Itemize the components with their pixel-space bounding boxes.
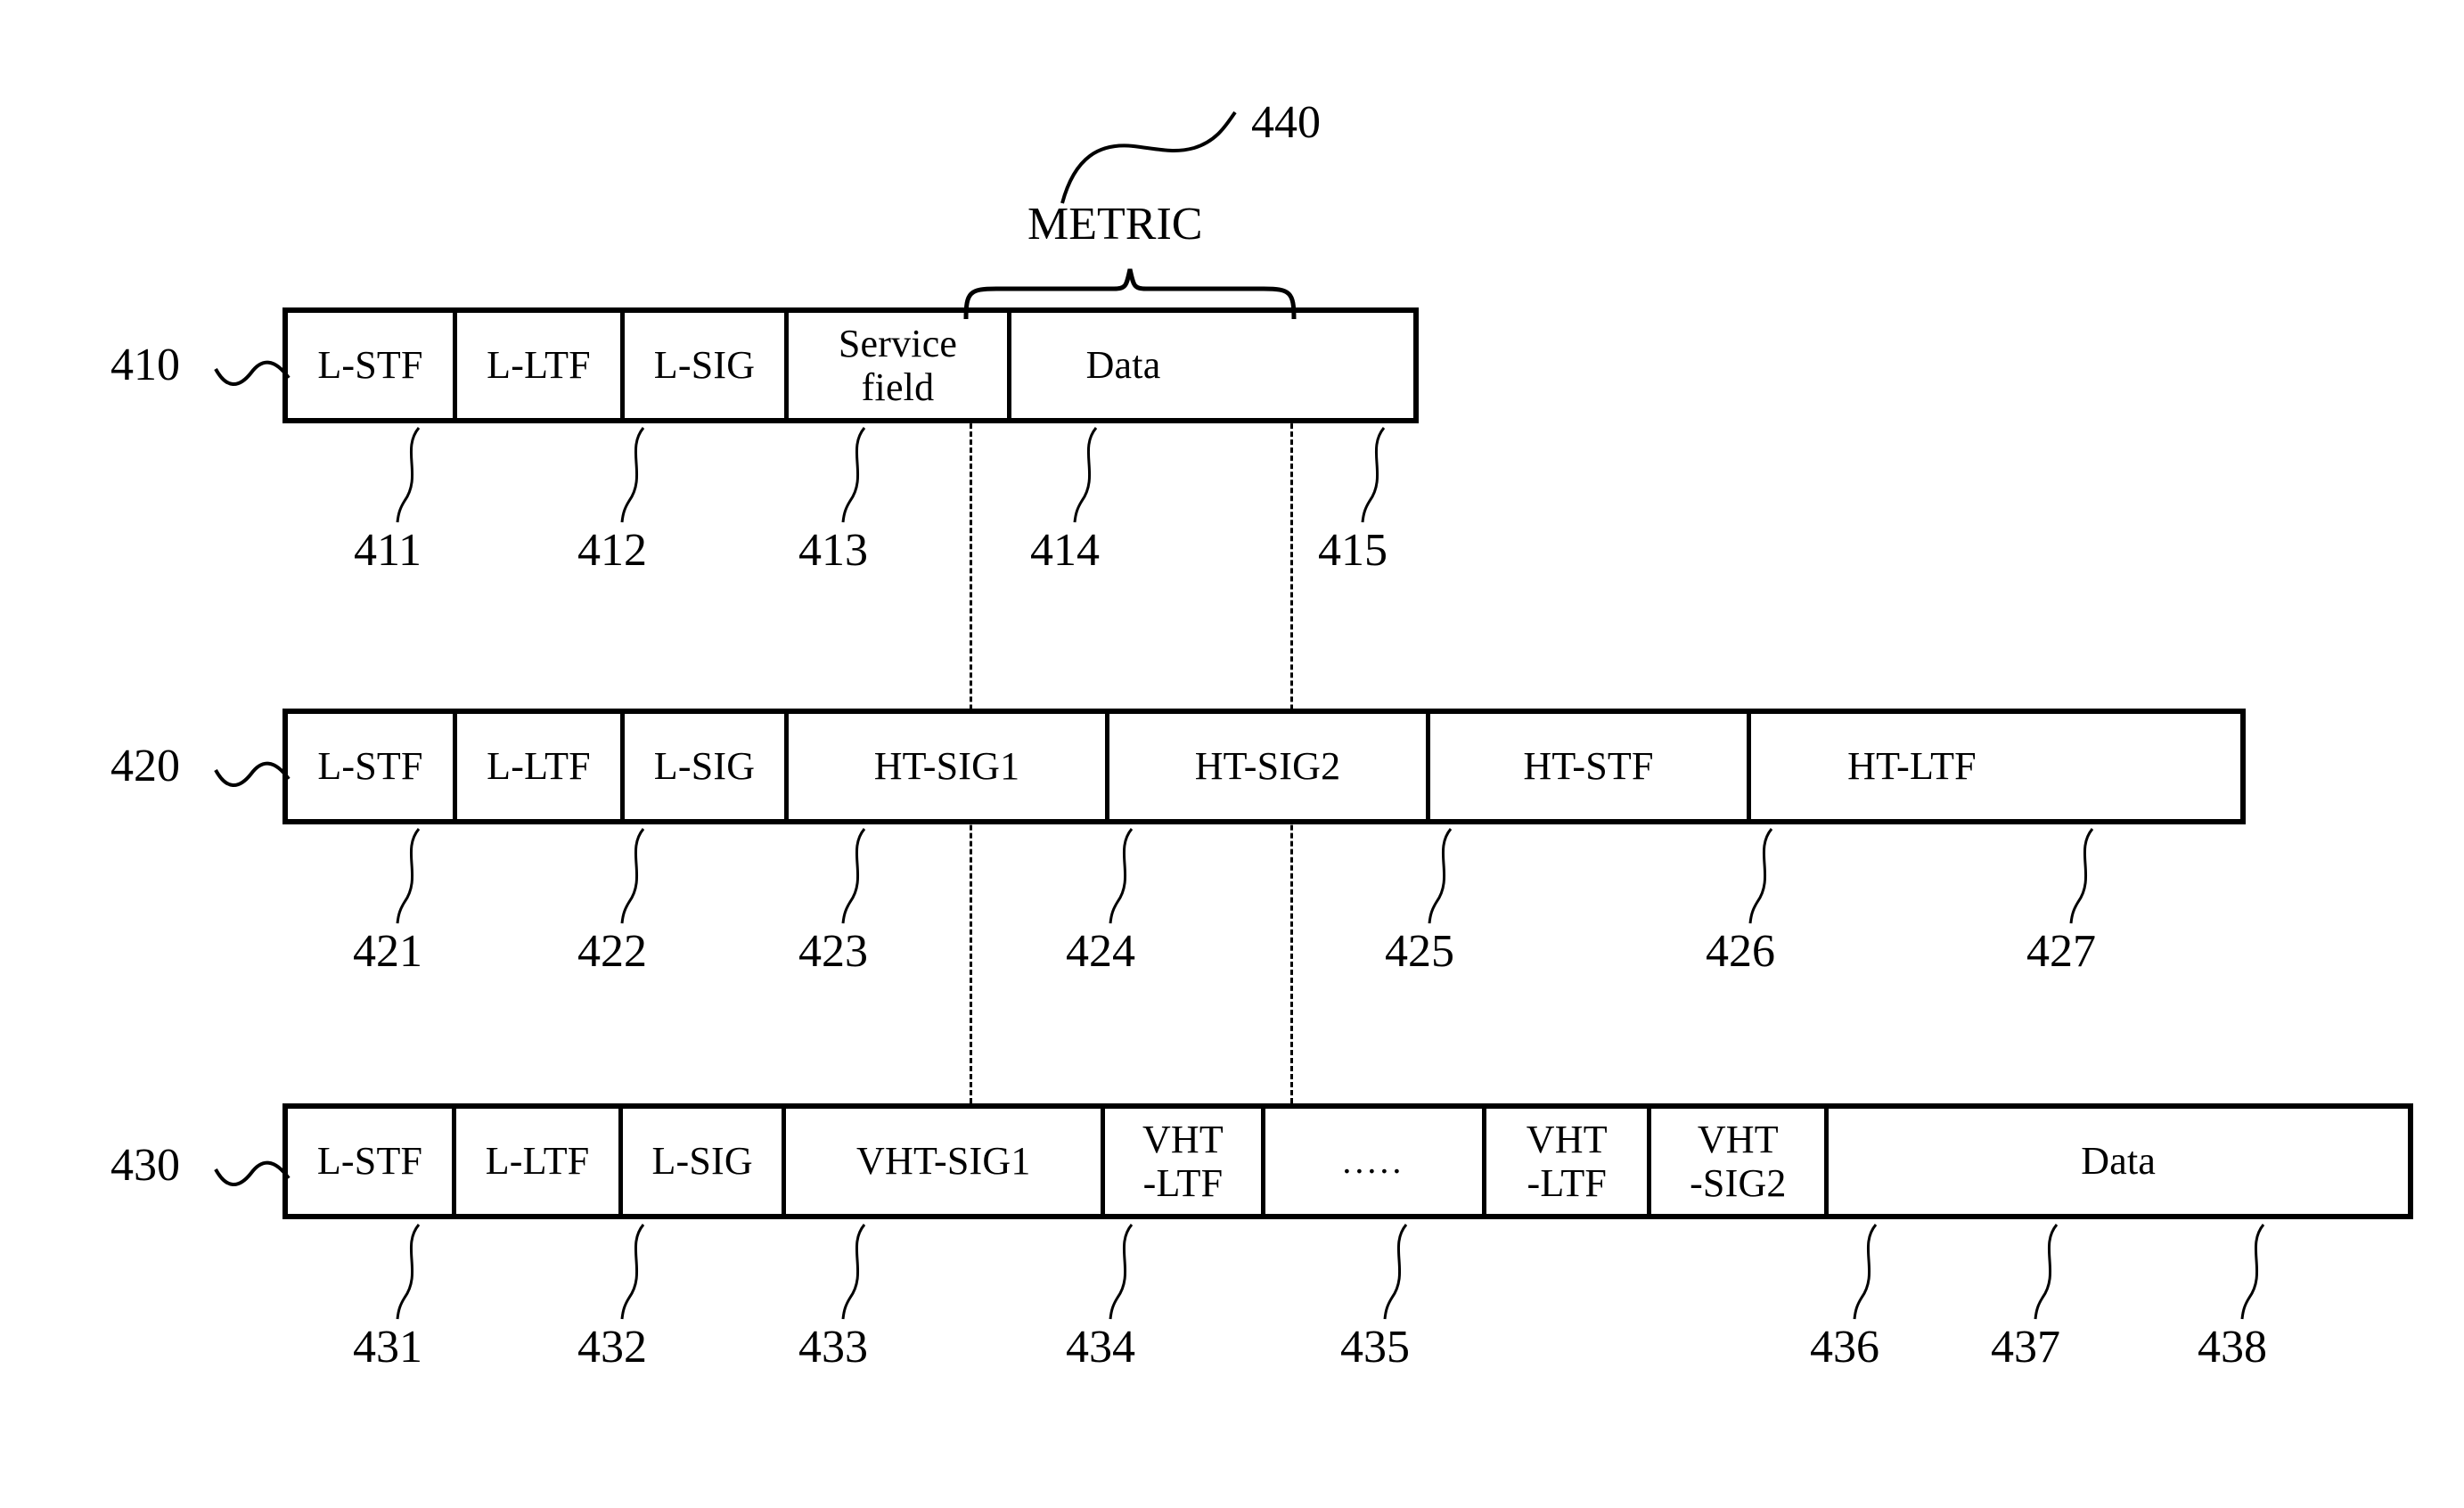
- leader-number-436: 436: [1810, 1322, 1879, 1373]
- frame-cell-l-stf[interactable]: L-STF: [288, 1109, 457, 1214]
- leader-415: [1361, 427, 1386, 523]
- leader-number-412: 412: [577, 525, 647, 576]
- leader-number-435: 435: [1340, 1322, 1410, 1373]
- frame-cell-ht-sig1[interactable]: HT-SIG1: [789, 714, 1109, 819]
- leader-412: [620, 427, 645, 523]
- frame-row-410: L-STF L-LTF L-SIG Service field Data: [282, 307, 1419, 423]
- leader-number-415: 415: [1318, 525, 1388, 576]
- frame-cell-ht-ltf[interactable]: HT-LTF: [1751, 714, 2073, 819]
- leader-424: [1109, 828, 1134, 924]
- leader-number-434: 434: [1066, 1322, 1135, 1373]
- leader-436: [1853, 1224, 1878, 1320]
- metric-leader-line: [1060, 111, 1237, 204]
- leader-number-411: 411: [353, 525, 422, 576]
- frame-cell-vht-ltf-first[interactable]: VHT -LTF: [1105, 1109, 1265, 1214]
- leader-number-438: 438: [2198, 1322, 2267, 1373]
- metric-brace: [963, 268, 1297, 320]
- leader-423: [841, 828, 866, 924]
- figure-canvas: 440 METRIC 410 L-STF L-LTF L-SIG Service…: [0, 0, 2464, 1508]
- leader-number-431: 431: [353, 1322, 422, 1373]
- leader-433: [841, 1224, 866, 1320]
- leader-number-421: 421: [353, 926, 422, 977]
- leader-437: [2034, 1224, 2059, 1320]
- frame-cell-l-sig[interactable]: L-SIG: [625, 313, 789, 418]
- leader-number-424: 424: [1066, 926, 1135, 977]
- leader-435: [1383, 1224, 1408, 1320]
- leader-438: [2240, 1224, 2265, 1320]
- row-420-leader-line: [214, 761, 291, 787]
- leader-number-414: 414: [1030, 525, 1100, 576]
- leader-number-426: 426: [1706, 926, 1775, 977]
- frame-row-420: L-STF L-LTF L-SIG HT-SIG1 HT-SIG2 HT-STF…: [282, 709, 2246, 824]
- frame-cell-vht-ltf-last[interactable]: VHT -LTF: [1486, 1109, 1652, 1214]
- leader-431: [396, 1224, 421, 1320]
- leader-427: [2069, 828, 2094, 924]
- frame-cell-l-ltf[interactable]: L-LTF: [457, 714, 625, 819]
- row-reference-430: 430: [111, 1140, 180, 1191]
- leader-411: [396, 427, 421, 523]
- frame-cell-l-sig[interactable]: L-SIG: [625, 714, 789, 819]
- leader-number-422: 422: [577, 926, 647, 977]
- leader-413: [841, 427, 866, 523]
- frame-cell-ht-sig2[interactable]: HT-SIG2: [1109, 714, 1430, 819]
- frame-cell-data[interactable]: Data: [1011, 313, 1235, 418]
- frame-cell-vht-sig1[interactable]: VHT-SIG1: [786, 1109, 1106, 1214]
- frame-cell-ht-stf[interactable]: HT-STF: [1430, 714, 1751, 819]
- row-reference-410: 410: [111, 340, 180, 390]
- row-410-leader-line: [214, 360, 291, 386]
- leader-432: [620, 1224, 645, 1320]
- leader-number-433: 433: [798, 1322, 868, 1373]
- metric-label: METRIC: [1027, 199, 1203, 250]
- frame-cell-vht-sig2[interactable]: VHT -SIG2: [1651, 1109, 1830, 1214]
- frame-cell-l-ltf[interactable]: L-LTF: [457, 313, 625, 418]
- frame-cell-service-field[interactable]: Service field: [789, 313, 1011, 418]
- leader-426: [1748, 828, 1773, 924]
- leader-number-413: 413: [798, 525, 868, 576]
- leader-number-427: 427: [2026, 926, 2096, 977]
- leader-number-437: 437: [1991, 1322, 2060, 1373]
- frame-cell-l-ltf[interactable]: L-LTF: [456, 1109, 624, 1214]
- row-reference-420: 420: [111, 741, 180, 791]
- frame-cell-data[interactable]: Data: [1829, 1109, 2408, 1214]
- frame-cell-l-stf[interactable]: L-STF: [288, 714, 457, 819]
- leader-425: [1428, 828, 1453, 924]
- leader-421: [396, 828, 421, 924]
- frame-cell-ellipsis: .....: [1265, 1109, 1487, 1214]
- leader-number-423: 423: [798, 926, 868, 977]
- leader-number-425: 425: [1385, 926, 1454, 977]
- frame-cell-l-sig[interactable]: L-SIG: [623, 1109, 787, 1214]
- leader-number-432: 432: [577, 1322, 647, 1373]
- leader-434: [1109, 1224, 1134, 1320]
- frame-row-430: L-STF L-LTF L-SIG VHT-SIG1 VHT -LTF ....…: [282, 1103, 2413, 1219]
- frame-cell-l-stf[interactable]: L-STF: [288, 313, 457, 418]
- leader-422: [620, 828, 645, 924]
- row-430-leader-line: [214, 1160, 291, 1186]
- leader-414: [1073, 427, 1098, 523]
